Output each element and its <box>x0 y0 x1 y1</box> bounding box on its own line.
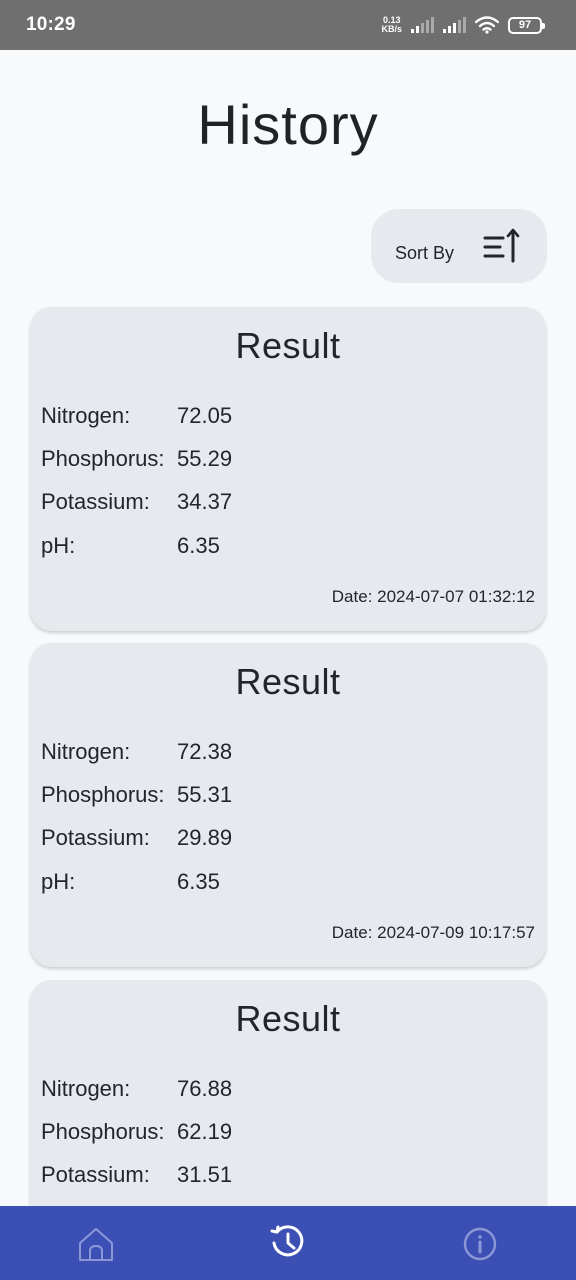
potassium-label: Potassium: <box>41 489 150 514</box>
history-icon[interactable] <box>268 1222 308 1262</box>
nitrogen-label: Nitrogen: <box>41 403 131 428</box>
nitrogen-label: Nitrogen: <box>41 1076 131 1101</box>
phosphorus-label: Phosphorus: <box>41 446 165 471</box>
result-card[interactable]: Result Nitrogen: 72.05 Phosphorus: 55.29… <box>30 307 546 631</box>
phosphorus-label: Phosphorus: <box>41 782 165 807</box>
phosphorus-value: 55.31 <box>177 782 233 807</box>
result-date: Date: 2024-07-07 01:32:12 <box>331 587 535 606</box>
status-time: 10:29 <box>26 14 76 35</box>
page-title: History <box>197 93 379 156</box>
phosphorus-value: 55.29 <box>177 446 233 471</box>
status-icons: 0.13 KB/s 97 <box>381 16 545 34</box>
result-card[interactable]: Result Nitrogen: 72.38 Phosphorus: 55.31… <box>30 643 546 967</box>
battery-icon: 97 <box>508 16 545 34</box>
ph-value: 6.35 <box>177 869 220 894</box>
nitrogen-value: 76.88 <box>177 1076 233 1101</box>
potassium-value: 29.89 <box>177 825 233 850</box>
result-card-title: Result <box>235 661 341 702</box>
nitrogen-label: Nitrogen: <box>41 739 131 764</box>
status-bar: 10:29 0.13 KB/s 97 <box>0 0 576 50</box>
wifi-icon <box>475 16 499 34</box>
sort-by-label: Sort By <box>395 242 455 263</box>
nitrogen-value: 72.38 <box>177 739 233 764</box>
ph-label: pH: <box>41 533 76 558</box>
potassium-value: 31.51 <box>177 1162 233 1187</box>
info-icon[interactable] <box>460 1224 500 1264</box>
sort-by-button[interactable]: Sort By <box>371 209 547 283</box>
nitrogen-value: 72.05 <box>177 403 233 428</box>
result-card-title: Result <box>235 325 341 366</box>
network-speed: 0.13 KB/s <box>381 16 402 34</box>
result-date: Date: 2024-07-09 10:17:57 <box>331 923 535 942</box>
phosphorus-value: 62.19 <box>177 1119 233 1144</box>
result-card-title: Result <box>235 998 341 1039</box>
bottom-navigation <box>0 1206 576 1280</box>
phosphorus-label: Phosphorus: <box>41 1119 165 1144</box>
home-icon[interactable] <box>76 1224 116 1264</box>
network-speed-unit: KB/s <box>381 24 402 34</box>
potassium-label: Potassium: <box>41 1162 150 1187</box>
sort-ascending-icon <box>483 228 520 263</box>
potassium-label: Potassium: <box>41 825 150 850</box>
potassium-value: 34.37 <box>177 489 233 514</box>
battery-level: 97 <box>518 19 532 31</box>
ph-label: pH: <box>41 869 76 894</box>
ph-value: 6.35 <box>177 533 220 558</box>
signal-2-icon <box>443 17 466 33</box>
signal-1-icon <box>411 17 434 33</box>
